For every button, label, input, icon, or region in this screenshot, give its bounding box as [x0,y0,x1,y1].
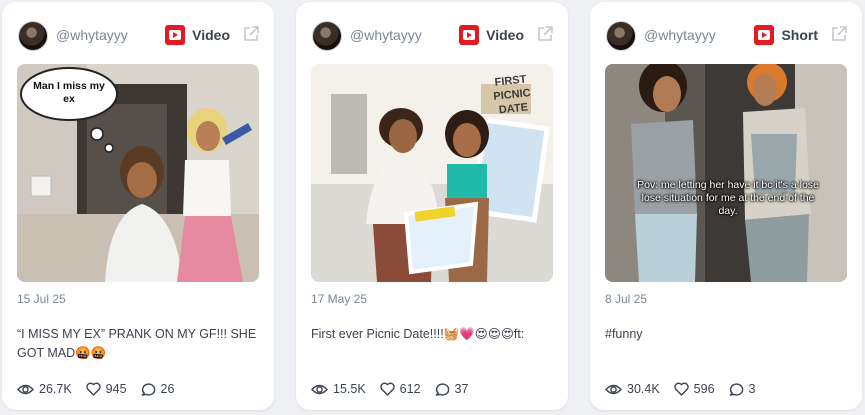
thumbnail-caption: FIRST PICNIC DATE [492,73,532,117]
heart-icon [673,382,689,396]
platform-badge: Video [459,24,524,46]
eye-icon [605,384,622,394]
platform-badge: Short [754,24,818,46]
author-handle[interactable]: @whytayyy [644,27,716,43]
comment-icon [729,383,743,396]
post-date: 15 Jul 25 [17,292,66,306]
views-count: 26.7K [39,382,72,396]
avatar[interactable] [18,21,48,51]
views-count: 30.4K [627,382,660,396]
card-header: @whytayyy Short [606,19,848,51]
eye-icon [17,384,34,394]
external-link-icon[interactable] [242,25,260,43]
video-thumbnail[interactable]: Pov: me letting her have it bc it's a lo… [605,64,847,282]
youtube-icon [754,25,775,45]
post-title[interactable]: #funny [605,325,847,344]
comment-icon [141,383,155,396]
views-stat: 30.4K [605,382,660,396]
comments-count: 3 [748,382,756,396]
comment-icon [435,383,449,396]
youtube-icon [165,25,186,45]
likes-stat: 612 [379,382,421,396]
views-stat: 15.5K [311,382,366,396]
likes-stat: 945 [85,382,127,396]
content-type: Video [486,27,524,43]
views-stat: 26.7K [17,382,72,396]
engagement-stats: 30.4K 596 3 [605,380,769,398]
thumbnail-caption: Man I miss my ex [33,80,105,105]
video-thumbnail[interactable]: FIRST PICNIC DATE [311,64,553,282]
thumbnail-caption: Pov: me letting her have it bc it's a lo… [637,179,819,217]
video-thumbnail[interactable]: Man I miss my ex [17,64,259,282]
comments-count: 26 [160,382,175,396]
post-title[interactable]: First ever Picnic Date!!!!🧺💗😍😍😍ft: [311,325,553,344]
heart-icon [85,382,101,396]
likes-count: 945 [105,382,127,396]
likes-stat: 596 [673,382,715,396]
external-link-icon[interactable] [830,25,848,43]
comments-stat: 26 [141,382,175,396]
eye-icon [311,384,328,394]
platform-badge: Video [165,24,230,46]
likes-count: 596 [693,382,715,396]
avatar[interactable] [606,21,636,51]
comments-count: 37 [454,382,469,396]
engagement-stats: 15.5K 612 37 [311,380,482,398]
author-handle[interactable]: @whytayyy [56,27,128,43]
avatar[interactable] [312,21,342,51]
author-handle[interactable]: @whytayyy [350,27,422,43]
engagement-stats: 26.7K 945 26 [17,380,188,398]
post-card[interactable]: @whytayyy Short Pov: me letting her have… [590,2,862,410]
heart-icon [379,382,395,396]
post-title[interactable]: “I MISS MY EX” PRANK ON MY GF!!! SHE GOT… [17,325,259,363]
comments-stat: 37 [435,382,469,396]
views-count: 15.5K [333,382,366,396]
external-link-icon[interactable] [536,25,554,43]
post-date: 8 Jul 25 [605,292,648,306]
content-type: Video [192,27,230,43]
card-header: @whytayyy Video [18,19,260,51]
card-header: @whytayyy Video [312,19,554,51]
likes-count: 612 [399,382,421,396]
content-type: Short [781,27,818,43]
comments-stat: 3 [729,382,756,396]
post-card[interactable]: @whytayyy Video FIRST PICNIC DATE 17 May… [296,2,568,410]
post-date: 17 May 25 [311,292,368,306]
post-card[interactable]: @whytayyy Video Man I miss my ex 15 Jul … [2,2,274,410]
youtube-icon [459,25,480,45]
